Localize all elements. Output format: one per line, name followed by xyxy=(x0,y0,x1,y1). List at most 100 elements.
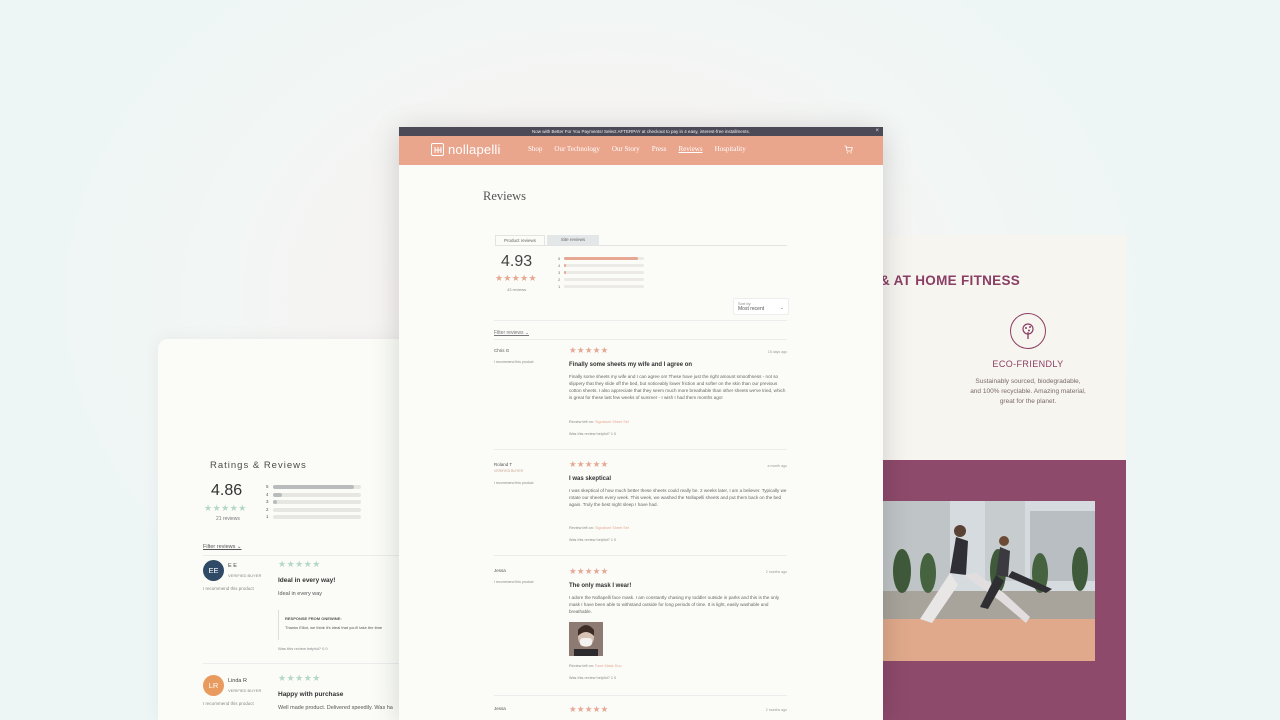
divider xyxy=(203,555,418,556)
review-product: Review left on: Face Mask Duo xyxy=(569,664,622,668)
review-product: Review left on: Signature Sheet Set xyxy=(569,526,629,530)
rating-bar-fill xyxy=(564,257,639,260)
review-stars: ★★★★★ xyxy=(569,345,609,355)
rating-bar[interactable] xyxy=(273,485,361,489)
product-link[interactable]: Face Mask Duo xyxy=(595,664,622,668)
nav-press[interactable]: Press xyxy=(652,145,667,153)
feature-line: great for the planet. xyxy=(999,398,1057,405)
product-link[interactable]: Signature Sheet Set xyxy=(595,420,629,424)
review-left-label: Review left on: xyxy=(569,664,594,668)
feature-eco: ECO-FRIENDLY Sustainably sourced, biodeg… xyxy=(960,313,1096,407)
review-photo[interactable] xyxy=(569,622,603,656)
review-title: I was skeptical xyxy=(569,476,612,482)
promo-bar: Now with Better For You Payments! Select… xyxy=(399,127,883,136)
recommend-text: I recommend this product xyxy=(203,586,254,591)
merchant-response: RESPONSE FROM ONEWINE: Thanks Elliot, we… xyxy=(278,610,418,640)
helpful-votes[interactable]: Was this review helpful? 0 0 xyxy=(278,646,328,651)
review-title: Finally some sheets my wife and I agree … xyxy=(569,362,693,368)
rating-bar-label: 5 xyxy=(266,484,269,489)
product-link[interactable]: Signature Sheet Set xyxy=(595,526,629,530)
response-text: Thanks Elliot, we think it's ideal that … xyxy=(285,625,383,630)
reviewer-name: Linda R xyxy=(228,678,247,684)
rating-bar[interactable] xyxy=(564,285,644,288)
reviewer-name: Jessa xyxy=(494,706,506,711)
rating-bar[interactable] xyxy=(564,264,644,267)
star-rating: ★★★★★ xyxy=(495,273,537,283)
tree-icon xyxy=(1010,313,1046,349)
rating-bar[interactable] xyxy=(273,507,361,512)
verified-badge: VERIFIED BUYER xyxy=(228,573,262,578)
helpful-votes[interactable]: Was this review helpful? 1 0 xyxy=(569,432,616,436)
rating-bar-label: 1 xyxy=(558,284,561,289)
rating-bar[interactable] xyxy=(564,278,644,281)
nav-shop[interactable]: Shop xyxy=(528,145,542,153)
verified-badge: VERIFIED BUYER xyxy=(494,469,524,473)
filter-reviews-link[interactable]: Filter reviews ⌄ xyxy=(203,544,242,550)
review-date: 15 days ago xyxy=(767,350,787,354)
rating-bar[interactable] xyxy=(273,515,361,519)
rating-bar-fill xyxy=(273,485,354,489)
tab-site-reviews[interactable]: Site reviews xyxy=(547,235,599,245)
rating-bar-fill xyxy=(564,271,567,274)
review-body: Finally some sheets my wife and I can ag… xyxy=(569,374,786,400)
divider xyxy=(494,449,787,450)
recommend-text: I recommend this product xyxy=(494,360,534,364)
reviewer-name: E E xyxy=(228,563,237,569)
tab-product-reviews[interactable]: Product reviews xyxy=(495,235,545,245)
review-date: a month ago xyxy=(767,464,787,468)
review-date: 2 months ago xyxy=(765,708,787,712)
rating-bar[interactable] xyxy=(564,271,644,274)
rating-bar-label: 4 xyxy=(266,491,269,497)
divider xyxy=(203,663,418,664)
review-body: Ideal in every way xyxy=(278,591,323,597)
recommend-text: I recommend this product xyxy=(203,701,254,706)
rating-bar-label: 3 xyxy=(266,499,269,504)
review-body: I adore the Nollapelli face mask. I am c… xyxy=(569,595,780,614)
review-title: Ideal in every way! xyxy=(278,577,336,584)
avatar: EE xyxy=(203,560,224,581)
review-left-label: Review left on: xyxy=(569,420,594,424)
rating-bar-fill xyxy=(273,500,277,504)
rating-bar[interactable] xyxy=(273,500,361,504)
logo-icon xyxy=(431,143,444,156)
review-body: I was skeptical of how much better these… xyxy=(569,488,787,507)
review-title: The only mask I wear! xyxy=(569,583,632,589)
rating-bar-fill xyxy=(273,492,282,497)
cart-icon[interactable] xyxy=(844,145,853,154)
fitness-title: & AT HOME FITNESS xyxy=(880,273,1021,288)
average-rating: 4.93 xyxy=(501,253,533,270)
divider xyxy=(494,320,787,321)
close-icon[interactable]: × xyxy=(875,127,879,136)
filter-reviews-link[interactable]: Filter reviews ⌄ xyxy=(494,330,529,336)
site-window: Now with Better For You Payments! Select… xyxy=(399,127,883,720)
feature-heading: ECO-FRIENDLY xyxy=(992,359,1064,369)
nav-story[interactable]: Our Story xyxy=(612,145,640,153)
average-rating: 4.86 xyxy=(211,482,243,499)
recommend-text: I recommend this product xyxy=(494,580,534,584)
chevron-down-icon: ⌄ xyxy=(779,305,784,311)
review-product: Review left on: Signature Sheet Set xyxy=(569,420,629,424)
star-rating: ★★★★★ xyxy=(204,503,247,513)
reviews-widget-preview: Ratings & Reviews 4.86 ★★★★★ 21 reviews … xyxy=(158,339,418,720)
divider xyxy=(494,695,787,696)
nav-hospitality[interactable]: Hospitality xyxy=(715,145,746,153)
review-stars: ★★★★★ xyxy=(278,559,321,569)
logo[interactable]: nollapelli xyxy=(431,142,501,157)
rating-bar[interactable] xyxy=(564,257,644,260)
divider xyxy=(495,245,787,246)
nav-reviews[interactable]: Reviews xyxy=(678,145,702,153)
main-nav: Shop Our Technology Our Story Press Revi… xyxy=(528,145,758,153)
nav-technology[interactable]: Our Technology xyxy=(554,145,599,153)
rating-bar[interactable] xyxy=(273,492,361,497)
helpful-votes[interactable]: Was this review helpful? 1 0 xyxy=(569,538,616,542)
reviewer-name: Chris G xyxy=(494,348,510,353)
review-count: 21 reviews xyxy=(216,516,240,522)
rating-bar-label: 2 xyxy=(266,506,269,512)
sort-select[interactable]: Sort by Most recent ⌄ xyxy=(733,298,789,315)
review-stars: ★★★★★ xyxy=(569,566,609,576)
rating-bar-label: 4 xyxy=(558,263,561,268)
rating-bar-label: 3 xyxy=(558,270,561,275)
feature-line: and 100% recyclable. Amazing material, xyxy=(970,388,1086,395)
helpful-votes[interactable]: Was this review helpful? 1 0 xyxy=(569,676,616,680)
rating-bar-label: 5 xyxy=(558,256,561,261)
